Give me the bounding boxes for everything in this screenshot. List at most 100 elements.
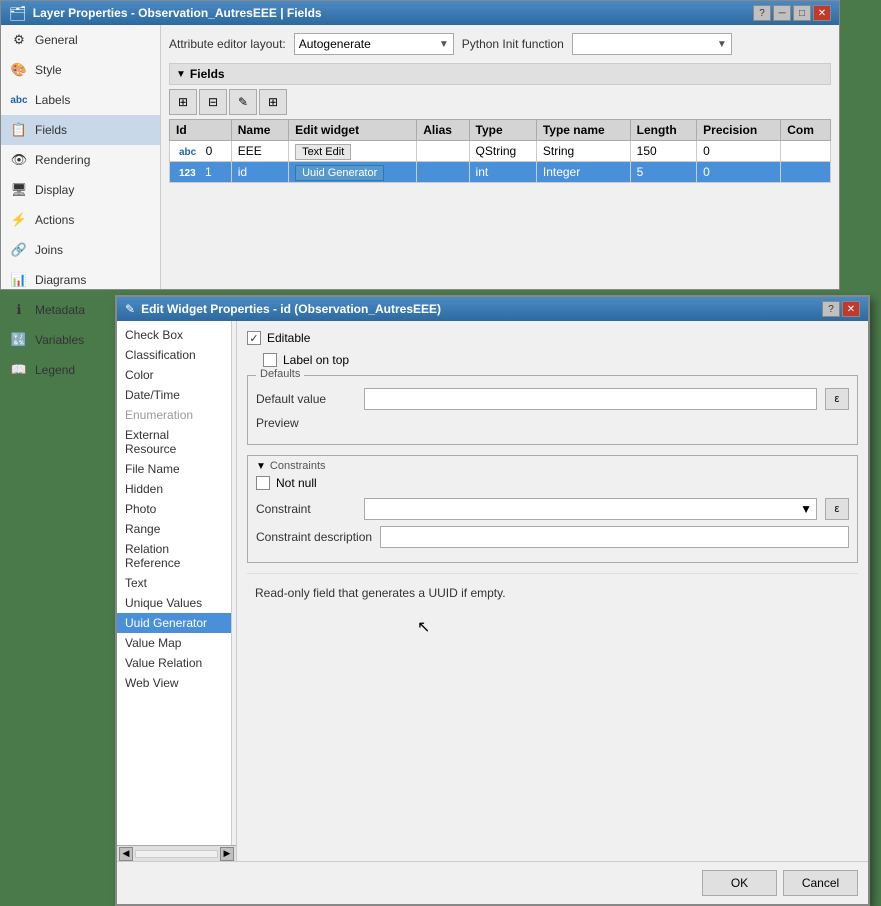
- fields-section-header: ▼ Fields: [169, 63, 831, 85]
- table-row[interactable]: abc 0 EEE Text Edit QString String 150 0: [170, 141, 831, 162]
- dialog-controls: ? ✕: [822, 301, 860, 317]
- constraint-combo[interactable]: ▼: [364, 498, 817, 520]
- default-value-label: Default value: [256, 392, 356, 406]
- window-controls: ? ─ □ ✕: [753, 5, 831, 21]
- widget-item-web-view[interactable]: Web View: [117, 673, 231, 693]
- display-icon: 🖥: [9, 180, 29, 200]
- fields-table: Id Name Edit widget Alias Type Type name…: [169, 119, 831, 183]
- row0-id: abc 0: [170, 141, 232, 162]
- main-title-bar: 🗂 Layer Properties - Observation_AutresE…: [1, 1, 839, 25]
- general-icon: ⚙: [9, 30, 29, 50]
- help-button[interactable]: ?: [753, 5, 771, 21]
- ok-button[interactable]: OK: [702, 870, 777, 896]
- widget-item-enumeration[interactable]: Enumeration: [117, 405, 231, 425]
- widget-item-classification[interactable]: Classification: [117, 345, 231, 365]
- default-value-input[interactable]: [364, 388, 817, 410]
- variables-icon: 🔣: [9, 330, 29, 350]
- label-on-top-checkbox[interactable]: [263, 353, 277, 367]
- close-button[interactable]: ✕: [813, 5, 831, 21]
- constraints-collapse-icon[interactable]: ▼: [256, 461, 266, 472]
- sidebar-item-general[interactable]: ⚙ General: [1, 25, 160, 55]
- default-value-epsilon-button[interactable]: ε: [825, 388, 849, 410]
- widget-item-external-resource[interactable]: External Resource: [117, 425, 231, 459]
- row0-widget[interactable]: Text Edit: [289, 141, 417, 162]
- defaults-content: Default value ε Preview: [248, 376, 857, 444]
- fields-icon: 📋: [9, 120, 29, 140]
- legend-icon: 📖: [9, 360, 29, 380]
- row1-typename: Integer: [536, 162, 630, 183]
- col-length: Length: [630, 120, 696, 141]
- widget-item-range[interactable]: Range: [117, 519, 231, 539]
- dialog-help-button[interactable]: ?: [822, 301, 840, 317]
- row0-precision: 0: [697, 141, 781, 162]
- constraint-desc-label: Constraint description: [256, 530, 372, 544]
- editable-checkbox[interactable]: [247, 331, 261, 345]
- edit-widget-dialog: ✎ Edit Widget Properties - id (Observati…: [115, 295, 870, 906]
- minimize-button[interactable]: ─: [773, 5, 791, 21]
- constraint-desc-input[interactable]: [380, 526, 849, 548]
- widget-item-filename[interactable]: File Name: [117, 459, 231, 479]
- defaults-group: Defaults Default value ε Preview: [247, 375, 858, 445]
- widget-item-value-relation[interactable]: Value Relation: [117, 653, 231, 673]
- sidebar-item-rendering[interactable]: 👁 Rendering: [1, 145, 160, 175]
- widget-item-text[interactable]: Text: [117, 573, 231, 593]
- sidebar-item-fields[interactable]: 📋 Fields: [1, 115, 160, 145]
- constraints-title: Constraints: [270, 460, 326, 472]
- dialog-close-button[interactable]: ✕: [842, 301, 860, 317]
- rendering-icon: 👁: [9, 150, 29, 170]
- delete-field-button[interactable]: ⊟: [199, 89, 227, 115]
- widget-item-checkbox[interactable]: Check Box: [117, 325, 231, 345]
- style-icon: 🎨: [9, 60, 29, 80]
- widget-item-color[interactable]: Color: [117, 365, 231, 385]
- sidebar-item-diagrams[interactable]: 📊 Diagrams: [1, 265, 160, 295]
- widget-list: Check Box Classification Color Date/Time…: [117, 321, 232, 845]
- sidebar-item-actions[interactable]: ⚡ Actions: [1, 205, 160, 235]
- row1-length: 5: [630, 162, 696, 183]
- scroll-right-button[interactable]: ▶: [220, 847, 234, 861]
- joins-icon: 🔗: [9, 240, 29, 260]
- constraint-epsilon-button[interactable]: ε: [825, 498, 849, 520]
- sidebar-item-display[interactable]: 🖥 Display: [1, 175, 160, 205]
- widget-item-unique-values[interactable]: Unique Values: [117, 593, 231, 613]
- editable-label: Editable: [267, 331, 310, 345]
- label-on-top-label: Label on top: [283, 353, 349, 367]
- widget-item-photo[interactable]: Photo: [117, 499, 231, 519]
- main-window: 🗂 Layer Properties - Observation_AutresE…: [0, 0, 840, 290]
- sidebar-item-labels[interactable]: abc Labels: [1, 85, 160, 115]
- widget-item-uuid-generator[interactable]: Uuid Generator: [117, 613, 231, 633]
- fields-section-title: Fields: [190, 67, 225, 81]
- label-on-top-row: Label on top: [263, 353, 858, 367]
- calc-field-button[interactable]: ⊞: [259, 89, 287, 115]
- scroll-track[interactable]: [135, 850, 218, 858]
- row1-widget[interactable]: Uuid Generator: [289, 162, 417, 183]
- attribute-editor-combo[interactable]: Autogenerate ▼: [294, 33, 454, 55]
- maximize-button[interactable]: □: [793, 5, 811, 21]
- col-id: Id: [170, 120, 232, 141]
- scroll-left-button[interactable]: ◀: [119, 847, 133, 861]
- add-field-button[interactable]: ⊞: [169, 89, 197, 115]
- sidebar-item-style[interactable]: 🎨 Style: [1, 55, 160, 85]
- row0-typename: String: [536, 141, 630, 162]
- widget-item-datetime[interactable]: Date/Time: [117, 385, 231, 405]
- metadata-icon: ℹ: [9, 300, 29, 320]
- dialog-title-bar: ✎ Edit Widget Properties - id (Observati…: [117, 297, 868, 321]
- sidebar-joins-label: Joins: [35, 243, 63, 257]
- constraint-combo-arrow: ▼: [800, 502, 812, 516]
- widget-item-value-map[interactable]: Value Map: [117, 633, 231, 653]
- widget-list-scrollbar[interactable]: ◀ ▶: [117, 845, 236, 861]
- row0-alias: [417, 141, 469, 162]
- sidebar-fields-label: Fields: [35, 123, 67, 137]
- right-panel: Editable Label on top Defaults Default v…: [237, 321, 868, 861]
- edit-field-button[interactable]: ✎: [229, 89, 257, 115]
- python-combo-arrow: ▼: [717, 39, 727, 50]
- not-null-checkbox[interactable]: [256, 476, 270, 490]
- preview-row: Preview: [256, 416, 849, 430]
- widget-item-hidden[interactable]: Hidden: [117, 479, 231, 499]
- cancel-button[interactable]: Cancel: [783, 870, 858, 896]
- sidebar-item-joins[interactable]: 🔗 Joins: [1, 235, 160, 265]
- widget-list-container: Check Box Classification Color Date/Time…: [117, 321, 237, 861]
- widget-item-relation-reference[interactable]: Relation Reference: [117, 539, 231, 573]
- table-row[interactable]: 123 1 id Uuid Generator int Integer 5 0: [170, 162, 831, 183]
- sidebar-display-label: Display: [35, 183, 74, 197]
- python-init-combo[interactable]: ▼: [572, 33, 732, 55]
